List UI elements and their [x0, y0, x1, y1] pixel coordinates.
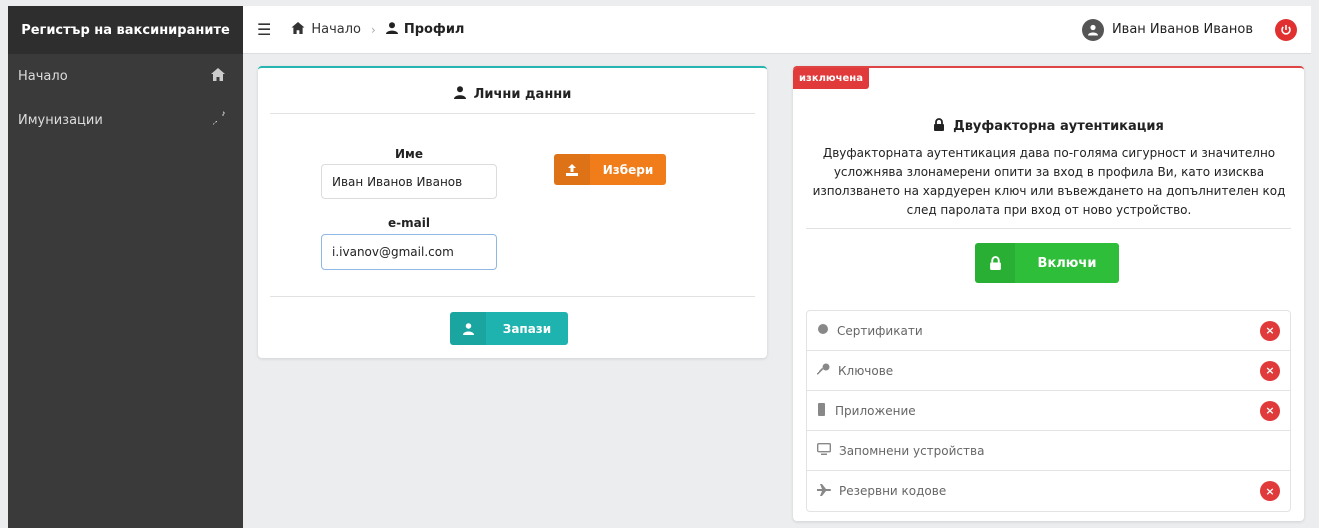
list-item-backup-codes[interactable]: Резервни кодове ×	[807, 471, 1290, 511]
airplane-icon	[817, 483, 839, 499]
divider	[270, 113, 755, 114]
enable-button-label: Включи	[1037, 255, 1097, 271]
topbar: ☰ Начало › Профил Иван Иванов Иванов	[243, 6, 1311, 54]
sidebar-item-label: Имунизации	[18, 112, 103, 128]
upload-icon	[554, 154, 590, 185]
syringe-icon	[213, 111, 225, 129]
two-factor-methods-list: Сертификати × Ключове × Приложение × Зап…	[806, 310, 1291, 512]
lock-icon	[933, 118, 953, 135]
name-label: Име	[395, 147, 423, 161]
key-icon	[817, 363, 838, 378]
choose-button[interactable]: Избери	[554, 154, 666, 185]
email-label: e-mail	[388, 216, 430, 230]
breadcrumb-separator: ›	[371, 22, 376, 37]
divider	[806, 228, 1291, 229]
list-item-keys[interactable]: Ключове ×	[807, 351, 1290, 391]
menu-toggle-icon[interactable]: ☰	[257, 20, 271, 39]
sidebar-item-home[interactable]: Начало	[8, 54, 243, 98]
breadcrumb-current: Профил	[403, 22, 465, 37]
email-field[interactable]	[321, 234, 497, 270]
user-icon	[450, 312, 486, 345]
mobile-app-icon	[817, 402, 835, 419]
two-factor-description: Двуфакторната аутентикация дава по-голям…	[812, 146, 1286, 217]
method-label: Приложение	[835, 403, 916, 418]
breadcrumb: Начало › Профил	[291, 21, 465, 38]
card-title: Лични данни	[258, 86, 767, 103]
card-title-text: Лични данни	[473, 87, 572, 102]
avatar[interactable]	[1081, 18, 1104, 41]
status-badge: изключена	[793, 68, 869, 89]
sidebar: Регистър на ваксинираните Начало Имуниза…	[8, 6, 243, 528]
two-factor-card: изключена Двуфакторна аутентикация Двуфа…	[793, 66, 1304, 521]
home-icon	[291, 21, 311, 38]
remove-app-button[interactable]: ×	[1260, 400, 1280, 421]
power-icon[interactable]	[1275, 18, 1297, 41]
sidebar-item-label: Начало	[18, 68, 68, 84]
divider	[270, 296, 755, 297]
method-label: Запомнени устройства	[839, 443, 985, 458]
certificate-icon	[817, 323, 837, 338]
breadcrumb-home-link[interactable]: Начало	[311, 22, 361, 37]
list-item-app[interactable]: Приложение ×	[807, 391, 1290, 431]
list-item-certificates[interactable]: Сертификати ×	[807, 311, 1290, 351]
save-button[interactable]: Запази	[450, 312, 568, 345]
user-icon	[453, 86, 474, 103]
lock-icon	[975, 243, 1015, 283]
personal-data-card: Лични данни Име Избери e-mail Запази	[258, 66, 767, 358]
card-title-text: Двуфакторна аутентикация	[953, 119, 1164, 134]
list-item-remembered-devices[interactable]: Запомнени устройства	[807, 431, 1290, 471]
card-title: Двуфакторна аутентикация	[793, 118, 1304, 135]
sidebar-item-immunizations[interactable]: Имунизации	[8, 98, 243, 142]
method-label: Сертификати	[837, 323, 923, 338]
name-field[interactable]	[321, 164, 497, 199]
choose-button-label: Избери	[602, 162, 654, 177]
save-button-label: Запази	[502, 321, 552, 336]
enable-button[interactable]: Включи	[975, 243, 1119, 283]
remove-backup-codes-button[interactable]: ×	[1260, 481, 1280, 501]
method-label: Резервни кодове	[839, 484, 947, 498]
home-icon	[211, 67, 225, 85]
remove-certificates-button[interactable]: ×	[1260, 320, 1280, 341]
username[interactable]: Иван Иванов Иванов	[1112, 22, 1253, 37]
monitor-icon	[816, 442, 839, 458]
user-icon	[385, 21, 404, 38]
remove-keys-button[interactable]: ×	[1260, 360, 1280, 381]
app-title: Регистър на ваксинираните	[8, 6, 243, 54]
method-label: Ключове	[838, 363, 894, 378]
